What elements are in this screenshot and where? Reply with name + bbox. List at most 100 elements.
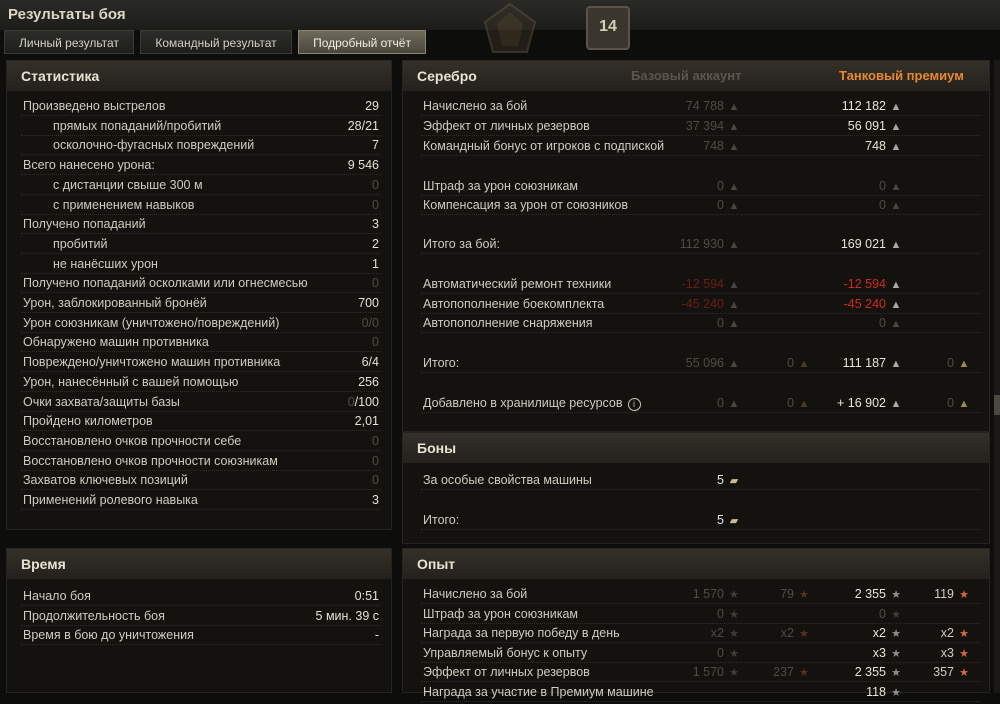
stat-row: Всего нанесено урона: 9 546 [21,158,381,177]
stat-row: осколочно-фугасных повреждений 7 [21,138,381,157]
stat-value: 0 [372,198,379,212]
stat-value-text: 0 [372,453,379,468]
xp-premium-value: 2 355 ★ [855,665,903,679]
dotted-leader [421,115,981,116]
stat-row: с применением навыков 0 [21,198,381,217]
silver-premium-value: 0 ▲ [879,198,903,212]
scrollbar[interactable] [994,60,1000,693]
info-icon[interactable]: i [627,398,641,411]
silver-coin-icon: ▲ [728,398,740,410]
dotted-leader [421,700,981,702]
stat-value: 7 [372,138,379,152]
tab-detailed-report[interactable]: Подробный отчёт [298,30,426,54]
silver-label: Компенсация за урон от союзников [423,198,628,212]
scrollbar-grip[interactable] [994,395,1000,415]
silver-row: Итого за бой: 112 930 ▲ 169 021 ▲ [421,237,981,256]
stats-panel: Статистика Произведено выстрелов 29 прямых… [6,60,392,530]
silver-premium-text: + 16 902 [836,396,886,410]
stat-row: Урон, нанесённый с вашей помощью 256 [21,375,381,394]
dotted-leader [21,292,381,294]
time-panel: Время Начало боя 0:51 Продолжительность бо… [6,548,392,693]
stat-value: 3 [372,493,379,507]
stat-label: Получено попаданий [23,217,146,232]
stat-value: 3 [372,217,379,231]
time-title: Время [21,556,66,572]
gold-coin-icon: ▲ [958,358,970,370]
stat-label: Восстановлено очков прочности союзникам [23,453,278,468]
stat-value: 0 [372,473,379,487]
xp-star-icon: ★ [891,667,901,679]
tab-personal-result[interactable]: Личный результат [4,30,134,54]
bond-value: 5 ▰ [717,513,741,527]
dotted-leader [421,529,981,530]
stat-value: 700 [358,296,379,310]
silver-premium-value: 0 ▲ [879,179,903,193]
dotted-leader [21,154,381,156]
dotted-leader [421,155,981,156]
time-label: Начало боя [23,589,91,603]
bond-row: Итого: 5 ▰ [421,513,981,532]
xp-basic-free-text: 79 [780,587,794,601]
silver-basic-text: 74 788 [685,99,724,113]
dotted-leader [21,644,381,646]
stat-value: 2 [372,237,379,251]
stat-value-text: 1 [372,256,379,271]
silver-coin-icon: ▲ [728,141,740,153]
silver-basic-text: -12 594 [681,277,724,291]
silver-label: Эффект от личных резервов [423,119,590,133]
xp-basic-value: 1 570 ★ [693,665,741,679]
silver-basic-value: 55 096 ▲ [686,356,741,370]
xp-premium-text: 0 [879,606,886,621]
dotted-leader [421,412,981,413]
dotted-leader [21,624,381,626]
time-value: 0:51 [354,589,379,603]
silver-premium-text: -12 594 [843,277,886,291]
stat-label: Всего нанесено урона: [23,158,155,173]
bond-value: 5 ▰ [717,473,741,487]
time-row: Начало боя 0:51 [21,589,381,608]
silver-premium-gold-text: 0 [947,356,954,370]
tab-team-result[interactable]: Командный результат [140,30,292,54]
silver-coin-icon: ▲ [890,398,902,410]
silver-basic-text: 748 [703,139,724,153]
xp-header: Опыт [403,549,989,579]
stat-value-text: 2 [372,236,379,251]
silver-basic-text: 0 [717,179,724,193]
xp-basic-text: 0 [717,645,724,660]
dotted-leader [21,430,381,432]
xp-star-icon: ★ [891,608,901,621]
xp-premium-text: 2 355 [854,587,886,601]
dotted-leader [421,332,981,333]
dotted-leader [421,214,981,215]
silver-coin-icon: ▲ [728,239,740,251]
stat-row: Обнаружено машин противника 0 [21,335,381,354]
stat-value-text: 0 [372,433,379,448]
silver-coin-icon: ▲ [728,279,740,291]
silver-premium-gold: 0 ▲ [947,396,971,410]
silver-basic-value: 112 930 ▲ [680,237,741,251]
dotted-leader [21,371,381,373]
xp-star-icon: ★ [729,589,739,601]
silver-basic-text: 55 096 [685,356,724,370]
silver-coin-icon: ▲ [728,318,740,330]
dotted-leader [421,661,981,663]
dotted-leader [421,313,981,314]
stat-value-text: 700 [358,296,379,310]
stat-value: 256 [358,375,379,389]
silver-basic-gold: 0 ▲ [787,356,811,370]
silver-coin-icon: ▲ [890,318,902,330]
xp-star-icon: ★ [891,628,901,640]
stat-row: прямых попаданий/пробитий 28/21 [21,119,381,138]
silver-basic-gold-text: 0 [787,396,794,410]
bond-icon: ▰ [729,515,739,527]
xp-basic-text: x2 [710,626,724,640]
xp-panel: Опыт Начислено за бой 1 570 ★ 79 ★ 2 355 ★ 119 ★… [402,548,990,702]
free-xp-star-icon: ★ [799,628,809,640]
stats-header: Статистика [7,61,391,91]
stat-value: 0 [372,434,379,448]
silver-coin-icon: ▲ [890,141,902,153]
stat-row: Восстановлено очков прочности союзникам 0 [21,454,381,473]
silver-premium-gold-text: 0 [947,396,954,410]
silver-premium-text: 748 [865,139,886,153]
silver-premium-text: 0 [879,316,886,330]
